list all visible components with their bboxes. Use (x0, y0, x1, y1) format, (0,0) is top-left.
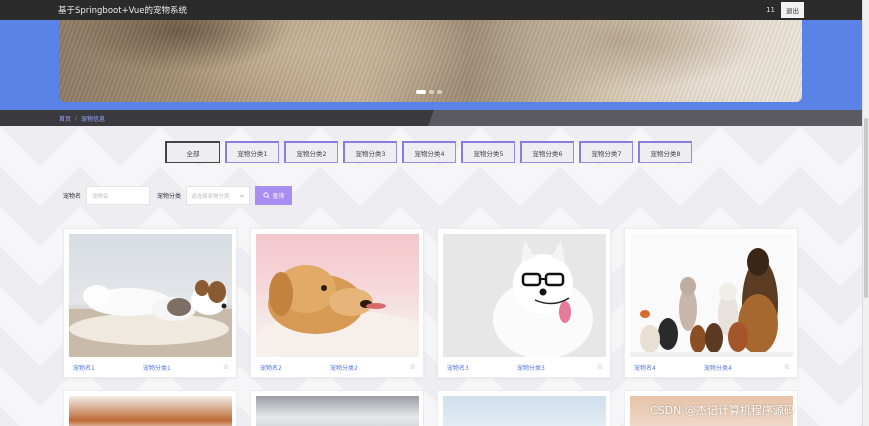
pet-image[interactable] (69, 396, 232, 426)
tab-category-2[interactable]: 宠物分类2 (284, 141, 338, 163)
tab-category-8[interactable]: 宠物分类8 (638, 141, 692, 163)
carousel-dot[interactable] (429, 90, 434, 94)
pet-card[interactable]: 宠物名2 宠物分类2 ☆ (250, 228, 424, 378)
pet-category: 宠物分类3 (517, 365, 545, 372)
pet-card[interactable] (63, 390, 237, 426)
breadcrumb: 首页 / 宠物信息 (0, 110, 862, 126)
pet-name: 宠物名2 (260, 365, 282, 372)
pet-category-select[interactable]: 请选择宠物分类 (186, 186, 251, 205)
pet-card[interactable]: 宠物名1 宠物分类1 ☆ (63, 228, 237, 378)
page-scrollbar[interactable] (862, 0, 869, 426)
star-outline-icon[interactable]: ☆ (223, 363, 229, 372)
pet-name-input[interactable]: 宠物名 (86, 186, 151, 205)
pet-photo-golden-retriever (256, 265, 419, 357)
tab-category-4[interactable]: 宠物分类4 (402, 141, 456, 163)
carousel-dot[interactable] (416, 90, 426, 94)
banner-band (0, 20, 862, 110)
pet-category: 宠物分类2 (330, 365, 358, 372)
pet-meta: 宠物名2 宠物分类2 ☆ (260, 363, 416, 372)
tab-all[interactable]: 全部 (165, 141, 220, 163)
star-outline-icon[interactable]: ☆ (597, 363, 603, 372)
chevron-down-icon (239, 194, 245, 197)
pet-card[interactable] (250, 390, 424, 426)
star-outline-icon[interactable]: ☆ (784, 363, 790, 372)
pet-photo-cats-and-dog (69, 280, 232, 357)
breadcrumb-current: 宠物信息 (81, 115, 106, 123)
pet-name: 宠物名4 (634, 365, 656, 372)
pet-category: 宠物分类4 (704, 365, 732, 372)
carousel-indicators (416, 90, 442, 94)
search-button[interactable]: 查询 (255, 186, 293, 205)
user-box: 11 退出 (766, 2, 804, 18)
pet-photo-samoyed-with-glasses (493, 240, 593, 357)
pet-image[interactable] (443, 234, 606, 357)
pet-category-label: 宠物分类 (157, 193, 182, 200)
pet-card[interactable]: 宠物名4 宠物分类4 ☆ (624, 228, 798, 378)
pet-name: 宠物名3 (447, 365, 469, 372)
pet-category-placeholder: 请选择宠物分类 (191, 193, 230, 200)
pet-image[interactable] (630, 234, 793, 357)
search-form: 宠物名 宠物名 宠物分类 请选择宠物分类 查询 (63, 186, 293, 205)
pet-name-placeholder: 宠物名 (92, 193, 109, 200)
site-title: 基于Springboot+Vue的宠物系统 (58, 6, 188, 16)
search-button-label: 查询 (272, 194, 285, 200)
tab-category-3[interactable]: 宠物分类3 (343, 141, 397, 163)
breadcrumb-separator: / (75, 114, 78, 122)
pet-name-label: 宠物名 (63, 193, 82, 200)
pet-photo-group-of-pets (630, 248, 793, 357)
tab-category-5[interactable]: 宠物分类5 (461, 141, 515, 163)
search-icon (262, 192, 270, 199)
pet-category: 宠物分类1 (143, 365, 171, 372)
pet-meta: 宠物名1 宠物分类1 ☆ (73, 363, 229, 372)
pet-image[interactable] (443, 396, 606, 426)
category-tabs: 全部 宠物分类1 宠物分类2 宠物分类3 宠物分类4 宠物分类5 宠物分类6 宠… (165, 141, 692, 163)
user-name[interactable]: 11 (766, 6, 775, 14)
tab-category-7[interactable]: 宠物分类7 (579, 141, 633, 163)
pet-meta: 宠物名4 宠物分类4 ☆ (634, 363, 790, 372)
scrollbar-thumb[interactable] (864, 118, 868, 298)
watermark: CSDN @杰记计算机程序源码 (650, 404, 795, 417)
pet-image[interactable] (256, 234, 419, 357)
pet-card[interactable] (437, 390, 611, 426)
top-header: 基于Springboot+Vue的宠物系统 11 退出 (0, 0, 862, 20)
star-outline-icon[interactable]: ☆ (410, 363, 416, 372)
tab-category-1[interactable]: 宠物分类1 (225, 141, 279, 163)
pet-meta: 宠物名3 宠物分类3 ☆ (447, 363, 603, 372)
carousel-dot[interactable] (437, 90, 442, 94)
pet-image[interactable] (256, 396, 419, 426)
pet-name: 宠物名1 (73, 365, 95, 372)
logout-button[interactable]: 退出 (781, 2, 804, 18)
pet-card[interactable]: 宠物名3 宠物分类3 ☆ (437, 228, 611, 378)
breadcrumb-home[interactable]: 首页 (59, 114, 71, 123)
tab-category-6[interactable]: 宠物分类6 (520, 141, 574, 163)
pet-image[interactable] (69, 234, 232, 357)
